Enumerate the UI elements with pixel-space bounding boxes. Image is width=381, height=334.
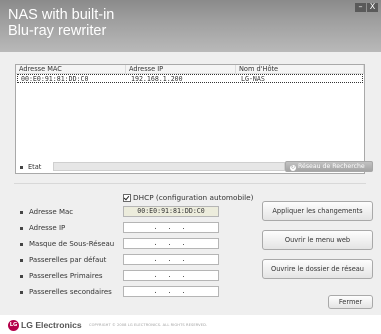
open-web-menu-button[interactable]: Ouvrir le menu web xyxy=(262,230,373,250)
apply-changes-button[interactable]: Appliquer les changements xyxy=(262,201,373,221)
open-network-folder-button[interactable]: Ouvrire le dossier de réseau xyxy=(262,259,373,279)
column-header-ip[interactable]: Adresse IP xyxy=(126,65,236,73)
default-gateway-field[interactable]: . . . xyxy=(123,254,219,265)
secondary-gateway-field[interactable]: . . . xyxy=(123,286,219,297)
field-bullet xyxy=(20,259,23,262)
row-mac: 00:E0:91:81:DD:C0 xyxy=(21,75,89,82)
table-header: Adresse MAC Adresse IP Nom d'Hôte xyxy=(16,65,364,74)
footer-brand: LG Electronics xyxy=(21,320,82,330)
status-bullet xyxy=(20,166,23,169)
refresh-icon: ↻ xyxy=(290,165,296,171)
device-table[interactable]: Adresse MAC Adresse IP Nom d'Hôte 00:E0:… xyxy=(15,64,365,174)
footer: LG LG Electronics COPYRIGHT © 2008 LG EL… xyxy=(0,315,381,334)
column-header-hostname[interactable]: Nom d'Hôte xyxy=(236,65,364,73)
ip-address-label: Adresse IP xyxy=(29,224,66,232)
field-bullet xyxy=(20,275,23,278)
column-header-mac[interactable]: Adresse MAC xyxy=(16,65,126,73)
main-panel: Adresse MAC Adresse IP Nom d'Hôte 00:E0:… xyxy=(0,52,381,315)
primary-gateway-field[interactable]: . . . xyxy=(123,270,219,281)
field-bullet xyxy=(20,291,23,294)
close-window-button[interactable]: X xyxy=(367,3,378,12)
field-bullet xyxy=(20,243,23,246)
subnet-mask-field[interactable]: . . . xyxy=(123,238,219,249)
footer-copyright: COPYRIGHT © 2008 LG ELECTRONICS. ALL RIG… xyxy=(89,323,208,327)
mac-address-field: 00:E0:91:81:DD:C0 xyxy=(123,206,219,217)
secondary-gateway-label: Passerelles secondaires xyxy=(29,288,112,296)
table-row[interactable]: 00:E0:91:81:DD:C0 192.168.1.200 LG-NAS xyxy=(17,74,363,83)
dhcp-label: DHCP (configuration automobile) xyxy=(133,193,254,202)
close-button[interactable]: Fermer xyxy=(328,295,373,309)
row-hostname: LG-NAS xyxy=(241,75,265,82)
default-gateway-label: Passerelles par défaut xyxy=(29,256,107,264)
search-network-button[interactable]: ↻ Réseau de Recherche xyxy=(285,161,373,172)
field-bullet xyxy=(20,211,23,214)
primary-gateway-label: Passerelles Primaires xyxy=(29,272,103,280)
status-label: Etat xyxy=(28,163,42,171)
lg-logo-icon: LG xyxy=(8,320,19,331)
title-bar: NAS with built-in Blu-ray rewriter – X xyxy=(0,0,381,52)
minimize-button[interactable]: – xyxy=(355,3,366,12)
subnet-mask-label: Masque de Sous-Réseau xyxy=(29,240,115,248)
mac-address-label: Adresse Mac xyxy=(29,208,74,216)
app-title: NAS with built-in Blu-ray rewriter xyxy=(8,7,114,39)
app-title-line2: Blu-ray rewriter xyxy=(8,23,107,39)
dhcp-checkbox[interactable] xyxy=(123,194,131,202)
ip-address-field[interactable]: . . . xyxy=(123,222,219,233)
check-icon xyxy=(123,194,130,201)
divider xyxy=(14,183,366,184)
row-ip: 192.168.1.200 xyxy=(131,75,183,82)
search-network-label: Réseau de Recherche xyxy=(298,163,365,170)
status-progress-bar xyxy=(53,162,285,171)
field-bullet xyxy=(20,227,23,230)
window-controls: – X xyxy=(355,3,378,12)
app-title-line1: NAS with built-in xyxy=(8,7,115,23)
